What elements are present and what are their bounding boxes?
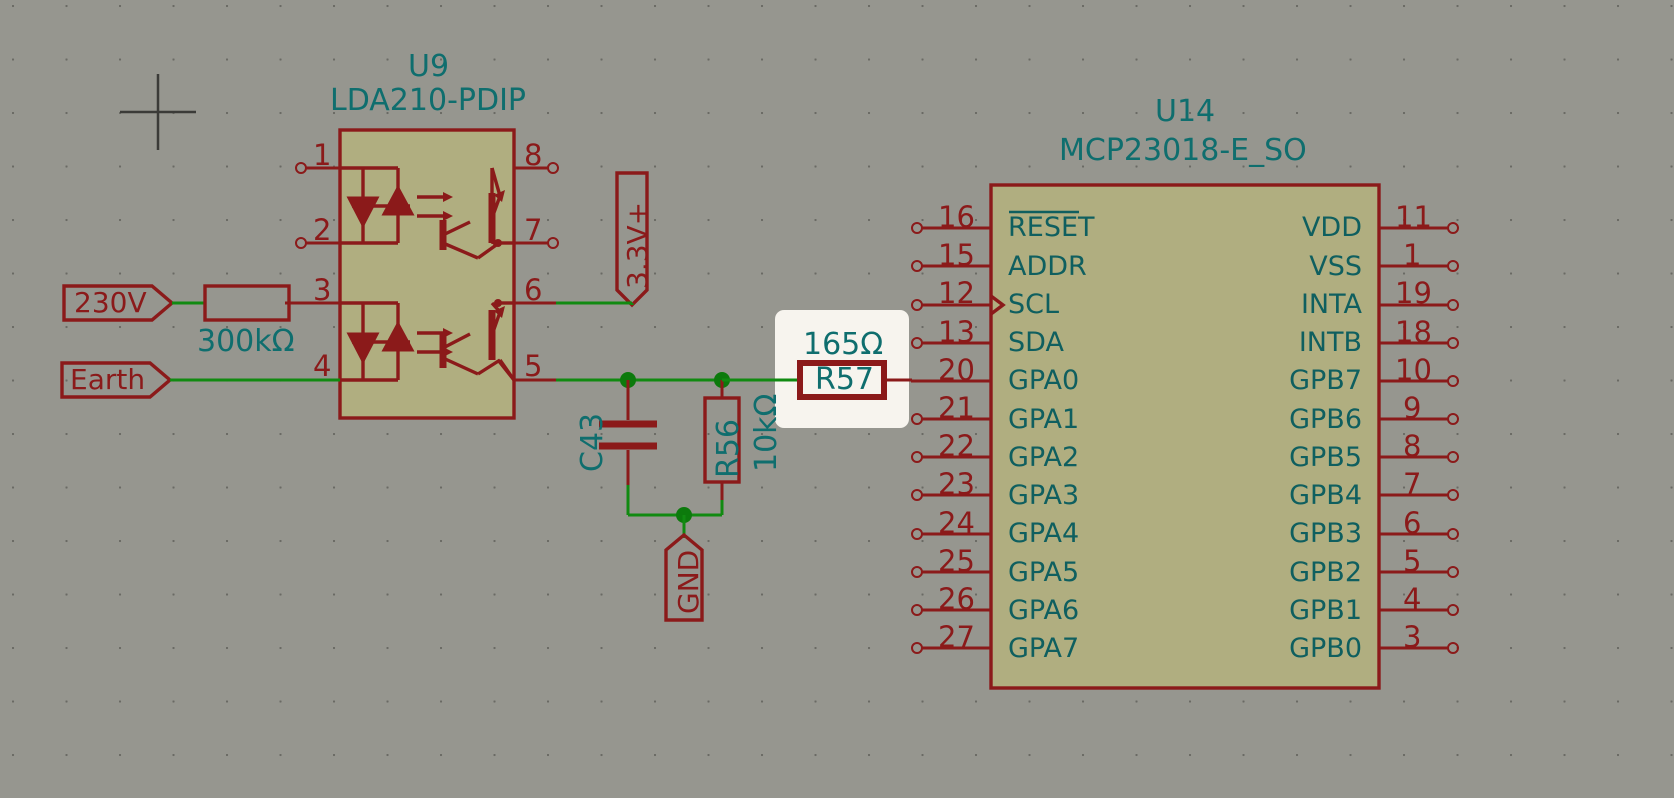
u14-right-pin-number-7: 7: [1403, 467, 1422, 501]
u14-pin-name-gpa1: GPA1: [1008, 404, 1080, 435]
u14-left-pin-number-26: 26: [938, 582, 975, 616]
label-230v[interactable]: 230V: [74, 289, 147, 317]
u14-left-pin-number-22: 22: [938, 429, 975, 463]
u14-pin-name-scl: SCL: [1008, 289, 1060, 320]
u14-right-pin-number-9: 9: [1403, 391, 1422, 425]
u9-pin-number-4: 4: [313, 349, 332, 383]
u14-left-pin-number-27: 27: [938, 620, 975, 654]
u14-reference: U14: [1155, 94, 1216, 129]
u14-pin-name-gpa5: GPA5: [1008, 557, 1080, 588]
u14-pin-name-gpa7: GPA7: [1008, 633, 1080, 664]
u14-right-pin-number-5: 5: [1403, 544, 1422, 578]
u9-pin-number-2: 2: [313, 213, 332, 247]
u9-value: LDA210-PDIP: [330, 83, 527, 118]
label-earth[interactable]: Earth: [70, 366, 145, 394]
u14-right-pin-number-10: 10: [1395, 353, 1432, 387]
u14-left-pin-number-21: 21: [938, 391, 975, 425]
u14-pin-name-gpa0: GPA0: [1008, 365, 1080, 396]
label-3v3-plus[interactable]: 3.3V+: [621, 202, 654, 289]
u14-pin-name-gpb4: GPB4: [1289, 480, 1362, 511]
u14-right-pin-number-8: 8: [1403, 429, 1422, 463]
u14-pin-name-reset: RESET: [1008, 212, 1095, 243]
c43-reference[interactable]: C43: [575, 413, 610, 472]
u14-pin-name-gpb7: GPB7: [1289, 365, 1362, 396]
u14-left-pin-number-13: 13: [938, 315, 975, 349]
r57-overlay[interactable]: [0, 0, 1674, 798]
u14-pin-name-gpb5: GPB5: [1289, 442, 1362, 473]
u9-pin-number-7: 7: [524, 213, 543, 247]
u14-right-pin-number-3: 3: [1403, 620, 1422, 654]
u14-pin-name-vdd: VDD: [1301, 212, 1362, 243]
u14-pin-name-gpb6: GPB6: [1289, 404, 1362, 435]
u14-right-pin-number-18: 18: [1395, 315, 1432, 349]
u9-pin-number-5: 5: [524, 349, 543, 383]
r-300k-value: 300kΩ: [197, 324, 295, 359]
u9-pin-number-3: 3: [313, 273, 332, 307]
r57-reference[interactable]: R57: [815, 365, 874, 395]
u9-reference: U9: [408, 49, 450, 84]
u14-pin-name-addr: ADDR: [1008, 251, 1087, 282]
u14-pin-name-inta: INTA: [1300, 289, 1362, 320]
u14-pin-name-gpa2: GPA2: [1008, 442, 1080, 473]
schematic-canvas[interactable]: .w { stroke:#118a11; stroke-width:3; fil…: [0, 0, 1674, 798]
u14-value: MCP23018-E_SO: [1059, 133, 1307, 168]
u14-pin-name-gpb1: GPB1: [1289, 595, 1362, 626]
u14-right-pin-number-4: 4: [1403, 582, 1422, 616]
u14-pin-name-gpb3: GPB3: [1289, 518, 1362, 549]
u14-pin-name-gpa6: GPA6: [1008, 595, 1080, 626]
u14-right-pin-number-11: 11: [1395, 200, 1432, 234]
u14-left-pin-number-15: 15: [938, 238, 975, 272]
u14-pin-name-gpa3: GPA3: [1008, 480, 1080, 511]
u9-pin-number-6: 6: [524, 273, 543, 307]
u9-pin-number-8: 8: [524, 138, 543, 172]
u14-left-pin-number-24: 24: [938, 506, 975, 540]
r56-value: 10kΩ: [749, 393, 784, 472]
u14-left-pin-number-23: 23: [938, 467, 975, 501]
r56-reference[interactable]: R56: [711, 419, 746, 478]
u9-pin-number-1: 1: [313, 138, 332, 172]
u14-left-pin-number-16: 16: [938, 200, 975, 234]
u14-pin-name-sda: SDA: [1008, 327, 1064, 358]
u14-pin-name-gpb2: GPB2: [1289, 557, 1362, 588]
u14-right-pin-number-19: 19: [1395, 276, 1432, 310]
r57-value: 165Ω: [803, 327, 884, 362]
u14-pin-name-gpb0: GPB0: [1289, 633, 1362, 664]
u14-right-pin-number-1: 1: [1403, 238, 1422, 272]
u14-pin-name-gpa4: GPA4: [1008, 518, 1080, 549]
u14-pin-name-vss: VSS: [1309, 251, 1362, 282]
u14-left-pin-number-25: 25: [938, 544, 975, 578]
u14-left-pin-number-12: 12: [938, 276, 975, 310]
u14-right-pin-number-6: 6: [1403, 506, 1422, 540]
u14-left-pin-number-20: 20: [938, 353, 975, 387]
u14-pin-name-intb: INTB: [1298, 327, 1362, 358]
label-gnd[interactable]: GND: [672, 550, 705, 614]
